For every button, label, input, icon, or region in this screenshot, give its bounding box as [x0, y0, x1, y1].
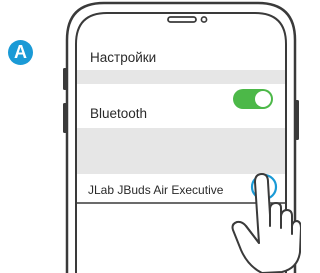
bluetooth-toggle[interactable]: [233, 89, 273, 109]
bluetooth-label: Bluetooth: [90, 106, 148, 121]
toggle-knob: [255, 91, 271, 107]
settings-separator-middle: [77, 128, 285, 174]
instruction-illustration: A Настройки Bluetooth JLab JBuds Air Exe…: [0, 0, 301, 273]
settings-title: Настройки: [90, 50, 157, 65]
phone-illustration: [63, 1, 301, 273]
device-name[interactable]: JLab JBuds Air Executive: [88, 183, 223, 198]
settings-separator-top: [77, 70, 285, 84]
step-marker-badge: A: [8, 40, 33, 65]
